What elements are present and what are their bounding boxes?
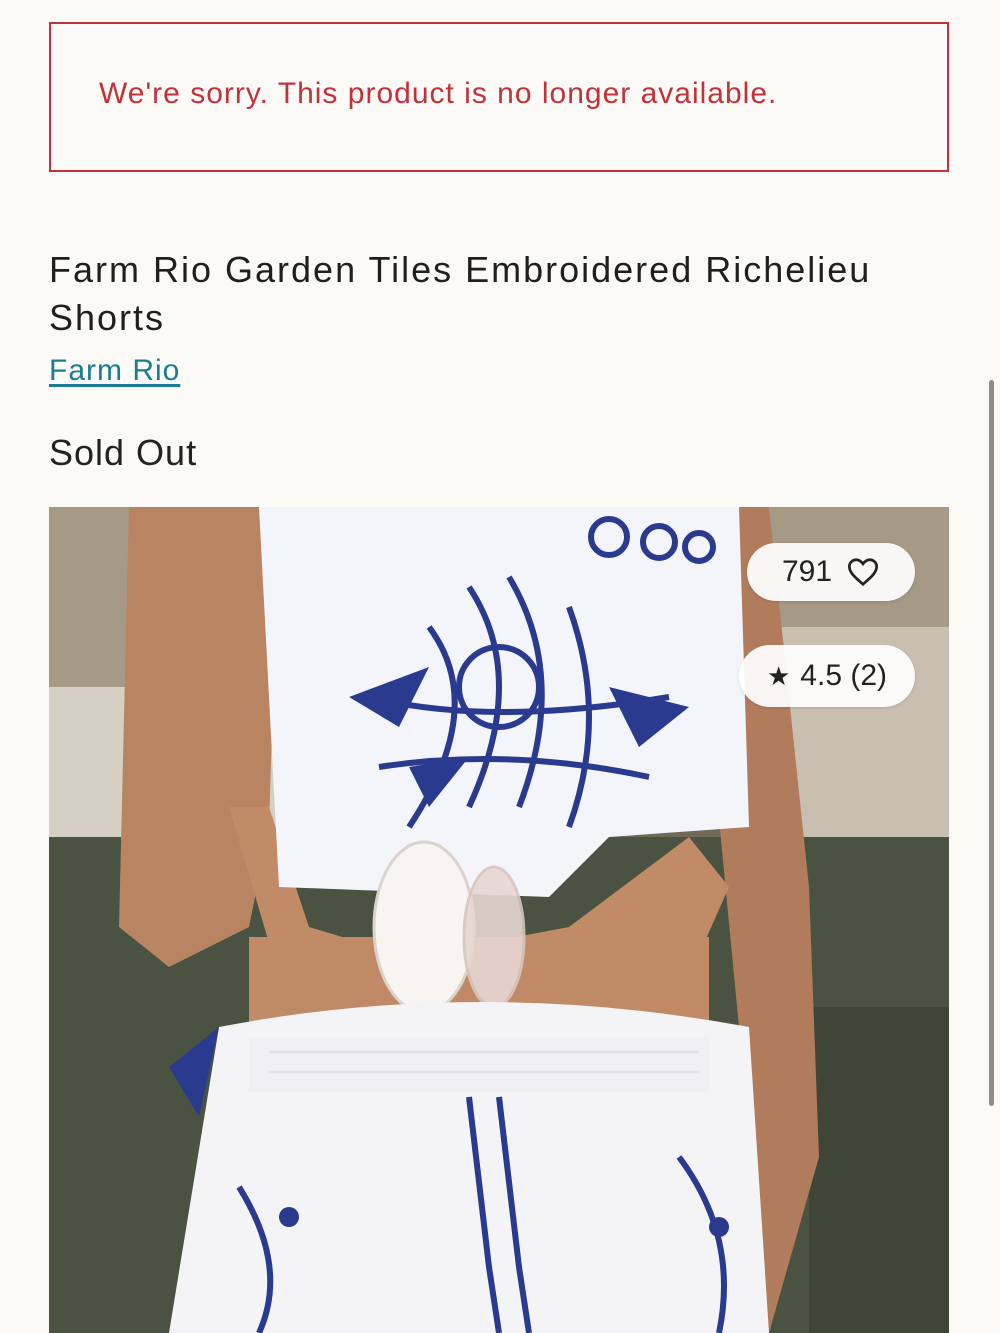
- likes-button[interactable]: 791: [747, 543, 915, 601]
- product-page: We're sorry. This product is no longer a…: [0, 0, 1000, 1333]
- product-title: Farm Rio Garden Tiles Embroidered Richel…: [49, 249, 872, 338]
- sold-out-status: Sold Out: [49, 432, 198, 473]
- rating-text: 4.5 (2): [800, 659, 888, 692]
- product-photo-illustration: [49, 507, 949, 1333]
- unavailable-alert: We're sorry. This product is no longer a…: [49, 22, 949, 172]
- star-icon: ★: [766, 660, 791, 691]
- product-image[interactable]: [49, 507, 949, 1333]
- heart-icon: [846, 557, 880, 587]
- likes-count: 791: [781, 555, 833, 588]
- scrollbar[interactable]: [989, 380, 994, 1106]
- alert-message: We're sorry. This product is no longer a…: [99, 77, 778, 110]
- rating-button[interactable]: ★ 4.5 (2): [739, 645, 915, 707]
- brand-link[interactable]: Farm Rio: [49, 354, 180, 388]
